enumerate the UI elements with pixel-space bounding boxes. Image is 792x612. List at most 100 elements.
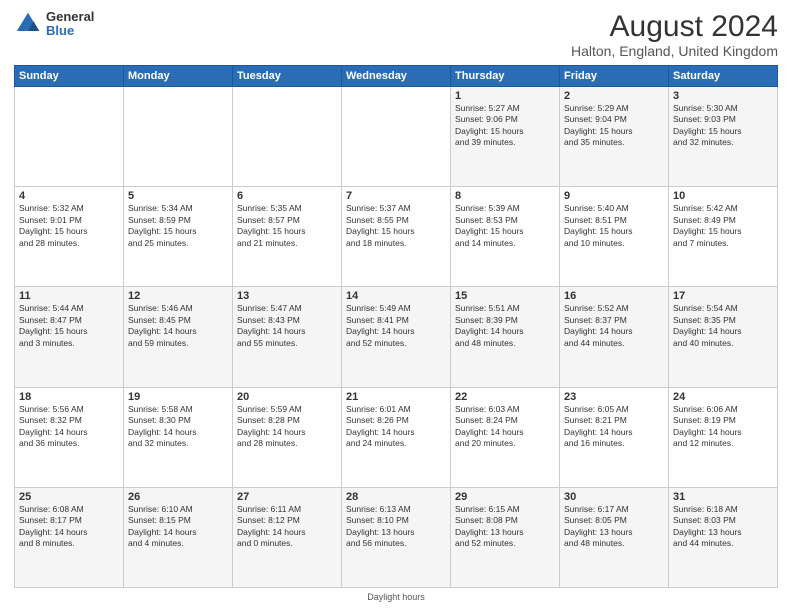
week-row-2: 4Sunrise: 5:32 AM Sunset: 9:01 PM Daylig…	[15, 187, 778, 287]
week-row-4: 18Sunrise: 5:56 AM Sunset: 8:32 PM Dayli…	[15, 387, 778, 487]
day-info: Sunrise: 5:35 AM Sunset: 8:57 PM Dayligh…	[237, 203, 337, 249]
calendar-cell-w1-d0	[15, 87, 124, 187]
day-info: Sunrise: 5:34 AM Sunset: 8:59 PM Dayligh…	[128, 203, 228, 249]
day-number: 11	[19, 290, 119, 302]
day-info: Sunrise: 6:08 AM Sunset: 8:17 PM Dayligh…	[19, 504, 119, 550]
day-info: Sunrise: 5:37 AM Sunset: 8:55 PM Dayligh…	[346, 203, 446, 249]
day-info: Sunrise: 5:51 AM Sunset: 8:39 PM Dayligh…	[455, 303, 555, 349]
day-info: Sunrise: 5:58 AM Sunset: 8:30 PM Dayligh…	[128, 404, 228, 450]
calendar-cell-w1-d4: 1Sunrise: 5:27 AM Sunset: 9:06 PM Daylig…	[451, 87, 560, 187]
logo-blue: Blue	[46, 24, 94, 38]
footer-note: Daylight hours	[14, 592, 778, 602]
day-info: Sunrise: 5:46 AM Sunset: 8:45 PM Dayligh…	[128, 303, 228, 349]
calendar-cell-w1-d5: 2Sunrise: 5:29 AM Sunset: 9:04 PM Daylig…	[560, 87, 669, 187]
calendar-cell-w4-d1: 19Sunrise: 5:58 AM Sunset: 8:30 PM Dayli…	[124, 387, 233, 487]
day-info: Sunrise: 6:18 AM Sunset: 8:03 PM Dayligh…	[673, 504, 773, 550]
day-number: 19	[128, 391, 228, 403]
weekday-wednesday: Wednesday	[342, 66, 451, 87]
day-info: Sunrise: 5:39 AM Sunset: 8:53 PM Dayligh…	[455, 203, 555, 249]
calendar-cell-w5-d3: 28Sunrise: 6:13 AM Sunset: 8:10 PM Dayli…	[342, 487, 451, 587]
day-number: 18	[19, 391, 119, 403]
day-info: Sunrise: 6:17 AM Sunset: 8:05 PM Dayligh…	[564, 504, 664, 550]
day-info: Sunrise: 6:01 AM Sunset: 8:26 PM Dayligh…	[346, 404, 446, 450]
calendar: SundayMondayTuesdayWednesdayThursdayFrid…	[14, 65, 778, 588]
day-info: Sunrise: 5:32 AM Sunset: 9:01 PM Dayligh…	[19, 203, 119, 249]
day-number: 1	[455, 90, 555, 102]
day-number: 29	[455, 491, 555, 503]
calendar-cell-w3-d0: 11Sunrise: 5:44 AM Sunset: 8:47 PM Dayli…	[15, 287, 124, 387]
weekday-header-row: SundayMondayTuesdayWednesdayThursdayFrid…	[15, 66, 778, 87]
weekday-monday: Monday	[124, 66, 233, 87]
calendar-cell-w5-d5: 30Sunrise: 6:17 AM Sunset: 8:05 PM Dayli…	[560, 487, 669, 587]
title-block: August 2024 Halton, England, United King…	[571, 10, 778, 59]
calendar-cell-w4-d5: 23Sunrise: 6:05 AM Sunset: 8:21 PM Dayli…	[560, 387, 669, 487]
day-number: 5	[128, 190, 228, 202]
calendar-cell-w2-d6: 10Sunrise: 5:42 AM Sunset: 8:49 PM Dayli…	[669, 187, 778, 287]
week-row-1: 1Sunrise: 5:27 AM Sunset: 9:06 PM Daylig…	[15, 87, 778, 187]
calendar-cell-w4-d6: 24Sunrise: 6:06 AM Sunset: 8:19 PM Dayli…	[669, 387, 778, 487]
calendar-cell-w1-d3	[342, 87, 451, 187]
day-number: 21	[346, 391, 446, 403]
day-number: 15	[455, 290, 555, 302]
calendar-cell-w2-d3: 7Sunrise: 5:37 AM Sunset: 8:55 PM Daylig…	[342, 187, 451, 287]
calendar-cell-w3-d5: 16Sunrise: 5:52 AM Sunset: 8:37 PM Dayli…	[560, 287, 669, 387]
day-number: 7	[346, 190, 446, 202]
day-number: 3	[673, 90, 773, 102]
week-row-3: 11Sunrise: 5:44 AM Sunset: 8:47 PM Dayli…	[15, 287, 778, 387]
day-info: Sunrise: 6:11 AM Sunset: 8:12 PM Dayligh…	[237, 504, 337, 550]
day-info: Sunrise: 5:27 AM Sunset: 9:06 PM Dayligh…	[455, 103, 555, 149]
weekday-thursday: Thursday	[451, 66, 560, 87]
calendar-cell-w4-d3: 21Sunrise: 6:01 AM Sunset: 8:26 PM Dayli…	[342, 387, 451, 487]
page: General Blue August 2024 Halton, England…	[0, 0, 792, 612]
day-number: 2	[564, 90, 664, 102]
calendar-cell-w2-d5: 9Sunrise: 5:40 AM Sunset: 8:51 PM Daylig…	[560, 187, 669, 287]
week-row-5: 25Sunrise: 6:08 AM Sunset: 8:17 PM Dayli…	[15, 487, 778, 587]
day-info: Sunrise: 6:10 AM Sunset: 8:15 PM Dayligh…	[128, 504, 228, 550]
day-number: 13	[237, 290, 337, 302]
day-number: 17	[673, 290, 773, 302]
day-number: 23	[564, 391, 664, 403]
calendar-cell-w2-d1: 5Sunrise: 5:34 AM Sunset: 8:59 PM Daylig…	[124, 187, 233, 287]
calendar-cell-w3-d3: 14Sunrise: 5:49 AM Sunset: 8:41 PM Dayli…	[342, 287, 451, 387]
calendar-cell-w5-d4: 29Sunrise: 6:15 AM Sunset: 8:08 PM Dayli…	[451, 487, 560, 587]
day-info: Sunrise: 6:15 AM Sunset: 8:08 PM Dayligh…	[455, 504, 555, 550]
calendar-cell-w2-d0: 4Sunrise: 5:32 AM Sunset: 9:01 PM Daylig…	[15, 187, 124, 287]
day-info: Sunrise: 5:30 AM Sunset: 9:03 PM Dayligh…	[673, 103, 773, 149]
calendar-cell-w3-d1: 12Sunrise: 5:46 AM Sunset: 8:45 PM Dayli…	[124, 287, 233, 387]
calendar-cell-w4-d4: 22Sunrise: 6:03 AM Sunset: 8:24 PM Dayli…	[451, 387, 560, 487]
day-info: Sunrise: 5:52 AM Sunset: 8:37 PM Dayligh…	[564, 303, 664, 349]
calendar-cell-w2-d2: 6Sunrise: 5:35 AM Sunset: 8:57 PM Daylig…	[233, 187, 342, 287]
calendar-cell-w5-d0: 25Sunrise: 6:08 AM Sunset: 8:17 PM Dayli…	[15, 487, 124, 587]
day-number: 25	[19, 491, 119, 503]
logo: General Blue	[14, 10, 94, 39]
day-number: 31	[673, 491, 773, 503]
day-number: 28	[346, 491, 446, 503]
day-number: 22	[455, 391, 555, 403]
day-number: 20	[237, 391, 337, 403]
day-number: 9	[564, 190, 664, 202]
logo-text: General Blue	[46, 10, 94, 39]
subtitle: Halton, England, United Kingdom	[571, 43, 778, 59]
header: General Blue August 2024 Halton, England…	[14, 10, 778, 59]
day-number: 16	[564, 290, 664, 302]
day-info: Sunrise: 5:59 AM Sunset: 8:28 PM Dayligh…	[237, 404, 337, 450]
day-info: Sunrise: 5:42 AM Sunset: 8:49 PM Dayligh…	[673, 203, 773, 249]
calendar-cell-w3-d2: 13Sunrise: 5:47 AM Sunset: 8:43 PM Dayli…	[233, 287, 342, 387]
day-number: 12	[128, 290, 228, 302]
day-info: Sunrise: 5:47 AM Sunset: 8:43 PM Dayligh…	[237, 303, 337, 349]
day-info: Sunrise: 6:03 AM Sunset: 8:24 PM Dayligh…	[455, 404, 555, 450]
calendar-cell-w4-d2: 20Sunrise: 5:59 AM Sunset: 8:28 PM Dayli…	[233, 387, 342, 487]
day-number: 30	[564, 491, 664, 503]
day-info: Sunrise: 6:13 AM Sunset: 8:10 PM Dayligh…	[346, 504, 446, 550]
weekday-friday: Friday	[560, 66, 669, 87]
calendar-cell-w5-d2: 27Sunrise: 6:11 AM Sunset: 8:12 PM Dayli…	[233, 487, 342, 587]
day-number: 8	[455, 190, 555, 202]
day-number: 10	[673, 190, 773, 202]
day-number: 6	[237, 190, 337, 202]
calendar-cell-w4-d0: 18Sunrise: 5:56 AM Sunset: 8:32 PM Dayli…	[15, 387, 124, 487]
day-info: Sunrise: 6:06 AM Sunset: 8:19 PM Dayligh…	[673, 404, 773, 450]
day-info: Sunrise: 6:05 AM Sunset: 8:21 PM Dayligh…	[564, 404, 664, 450]
weekday-tuesday: Tuesday	[233, 66, 342, 87]
weekday-sunday: Sunday	[15, 66, 124, 87]
day-number: 26	[128, 491, 228, 503]
